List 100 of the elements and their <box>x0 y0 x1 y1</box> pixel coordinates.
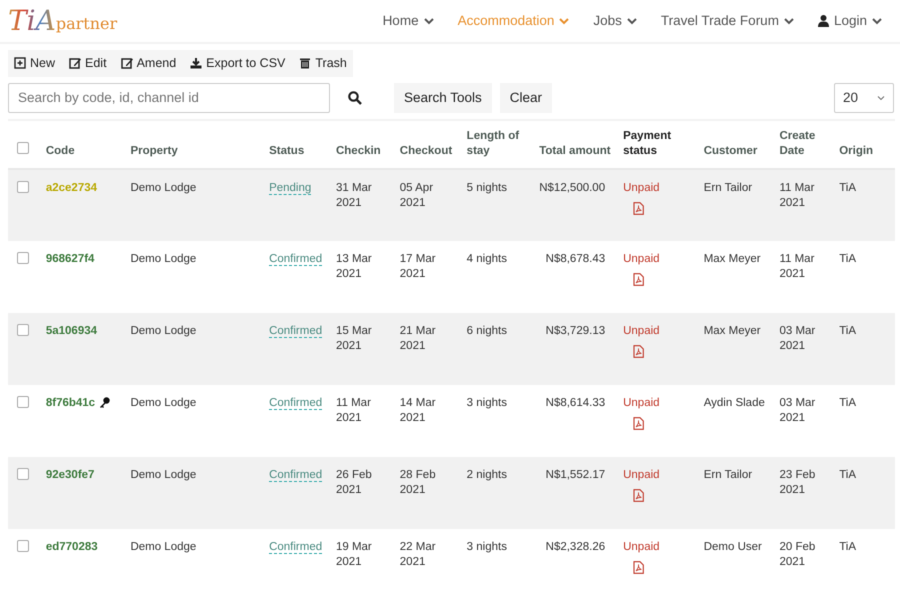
logo-text[interactable]: partner <box>56 12 118 36</box>
toolbar-button[interactable]: Amend <box>120 54 176 73</box>
edit-icon <box>69 57 82 70</box>
table-cell: 14 Mar 2021 <box>400 396 436 424</box>
table-cell: 17 Mar 2021 <box>400 252 436 280</box>
toolbar-button[interactable]: Edit <box>69 54 107 73</box>
table-cell: 3 nights <box>466 540 507 553</box>
property-name: Demo Lodge <box>130 182 196 194</box>
table-cell: TiA <box>839 324 856 337</box>
booking-code-link[interactable]: 968627f4 <box>46 252 94 265</box>
pdf-document-icon <box>633 345 644 358</box>
property-name: Demo Lodge <box>130 396 196 409</box>
table-cell: 6 nights <box>466 324 507 337</box>
chevron-down-icon <box>424 17 434 25</box>
table-cell: 11 Mar 2021 <box>779 252 814 280</box>
table-cell: 15 Mar 2021 <box>336 324 372 352</box>
status-label[interactable]: Confirmed <box>269 540 322 554</box>
toolbar-button[interactable]: Trash <box>299 54 347 73</box>
column-header: Customer <box>704 145 758 158</box>
table-cell: TiA <box>839 182 856 194</box>
search-field[interactable]: Search by code, id, channel id <box>8 82 330 113</box>
table-cell: Aydin Slade <box>704 396 765 409</box>
table-cell: N$8,678.43 <box>546 252 606 265</box>
pdf-document-icon <box>633 202 644 216</box>
chevron-down-icon <box>872 17 882 25</box>
column-header: Checkout <box>400 145 452 158</box>
chevron-down-icon <box>784 17 794 25</box>
booking-code-link[interactable]: ed770283 <box>46 540 98 553</box>
column-header: Code <box>46 145 75 158</box>
row-checkbox[interactable] <box>17 180 29 193</box>
pdf-document-icon <box>633 489 644 502</box>
column-header: Checkin <box>336 145 381 158</box>
column-header: Property <box>130 145 178 158</box>
nav-menu-link[interactable]: Login <box>806 10 894 32</box>
booking-code-link[interactable]: 92e30fe7 <box>46 468 94 481</box>
table-cell: N$1,552.17 <box>546 468 606 481</box>
table-cell: 19 Mar 2021 <box>336 540 372 568</box>
row-checkbox[interactable] <box>17 396 29 408</box>
table-cell: 20 Feb 2021 <box>779 540 816 568</box>
table-cell: N$2,328.26 <box>546 540 606 553</box>
booking-code-link[interactable]: 8f76b41c <box>46 396 96 409</box>
key-icon <box>99 397 110 408</box>
nav-menu-link[interactable]: Jobs <box>581 10 649 32</box>
row-checkbox[interactable] <box>17 252 29 264</box>
table-cell: N$12,500.00 <box>539 182 606 194</box>
table-cell: 22 Mar 2021 <box>400 540 436 568</box>
status-label[interactable]: Pending <box>269 182 312 195</box>
pdf-document-icon <box>633 417 644 430</box>
table-cell: 21 Mar 2021 <box>400 324 436 352</box>
property-name: Demo Lodge <box>130 540 196 553</box>
table-cell: 5 nights <box>466 182 507 194</box>
payment-status: Unpaid <box>623 540 661 555</box>
row-checkbox[interactable] <box>17 468 29 480</box>
table-cell: Max Meyer <box>704 252 761 265</box>
table-cell: 3 nights <box>466 396 507 409</box>
status-label[interactable]: Confirmed <box>269 324 322 338</box>
search-tools-button[interactable]: Search Tools <box>394 82 492 113</box>
table-cell: 05 Apr 2021 <box>400 182 434 210</box>
payment-status: Unpaid <box>623 180 661 196</box>
status-label[interactable]: Confirmed <box>269 468 322 482</box>
nav-menu-link[interactable]: Home <box>370 10 446 32</box>
nav-menu-link[interactable]: Travel Trade Forum <box>648 10 806 32</box>
pdf-document-icon <box>633 561 644 574</box>
select-all-checkbox[interactable] <box>17 142 29 154</box>
table-cell: 23 Feb 2021 <box>779 468 816 496</box>
table-cell: N$8,614.33 <box>546 396 606 409</box>
search-icon <box>348 91 362 106</box>
status-label[interactable]: Confirmed <box>269 252 322 266</box>
table-cell: 31 Mar 2021 <box>336 182 372 210</box>
toolbar-button[interactable]: New <box>14 54 56 73</box>
page-size-select[interactable]: 20 <box>834 82 894 113</box>
payment-status: Unpaid <box>623 396 661 411</box>
table-cell: Ern Tailor <box>704 468 752 481</box>
payment-status: Unpaid <box>623 468 661 483</box>
table-cell: TiA <box>839 540 856 553</box>
payment-status: Unpaid <box>623 324 661 339</box>
row-checkbox[interactable] <box>17 540 29 552</box>
table-cell: 11 Mar 2021 <box>779 182 814 210</box>
booking-code-link[interactable]: 5a106934 <box>46 324 98 337</box>
column-header: Create Date <box>779 130 816 158</box>
status-label[interactable]: Confirmed <box>269 396 322 410</box>
table-cell: Max Meyer <box>704 324 761 337</box>
column-header: Length of stay <box>466 130 520 158</box>
pdf-document-icon <box>633 273 644 286</box>
payment-status: Unpaid <box>623 252 661 267</box>
table-cell: 2 nights <box>466 468 507 481</box>
row-checkbox[interactable] <box>17 324 29 336</box>
property-name: Demo Lodge <box>130 324 196 337</box>
table-cell: TiA <box>839 396 856 409</box>
user-icon <box>818 15 829 27</box>
toolbar-button[interactable]: Export to CSV <box>190 54 286 73</box>
table-cell: 03 Mar 2021 <box>779 324 816 352</box>
table-cell: Demo User <box>704 540 762 553</box>
column-header: Payment status <box>623 130 672 158</box>
column-header: Status <box>269 145 304 158</box>
table-cell: Ern Tailor <box>704 182 752 194</box>
clear-button[interactable]: Clear <box>500 82 552 113</box>
table-cell: 11 Mar 2021 <box>336 396 371 424</box>
table-cell: 28 Feb 2021 <box>400 468 436 496</box>
table-cell: 13 Mar 2021 <box>336 252 372 280</box>
